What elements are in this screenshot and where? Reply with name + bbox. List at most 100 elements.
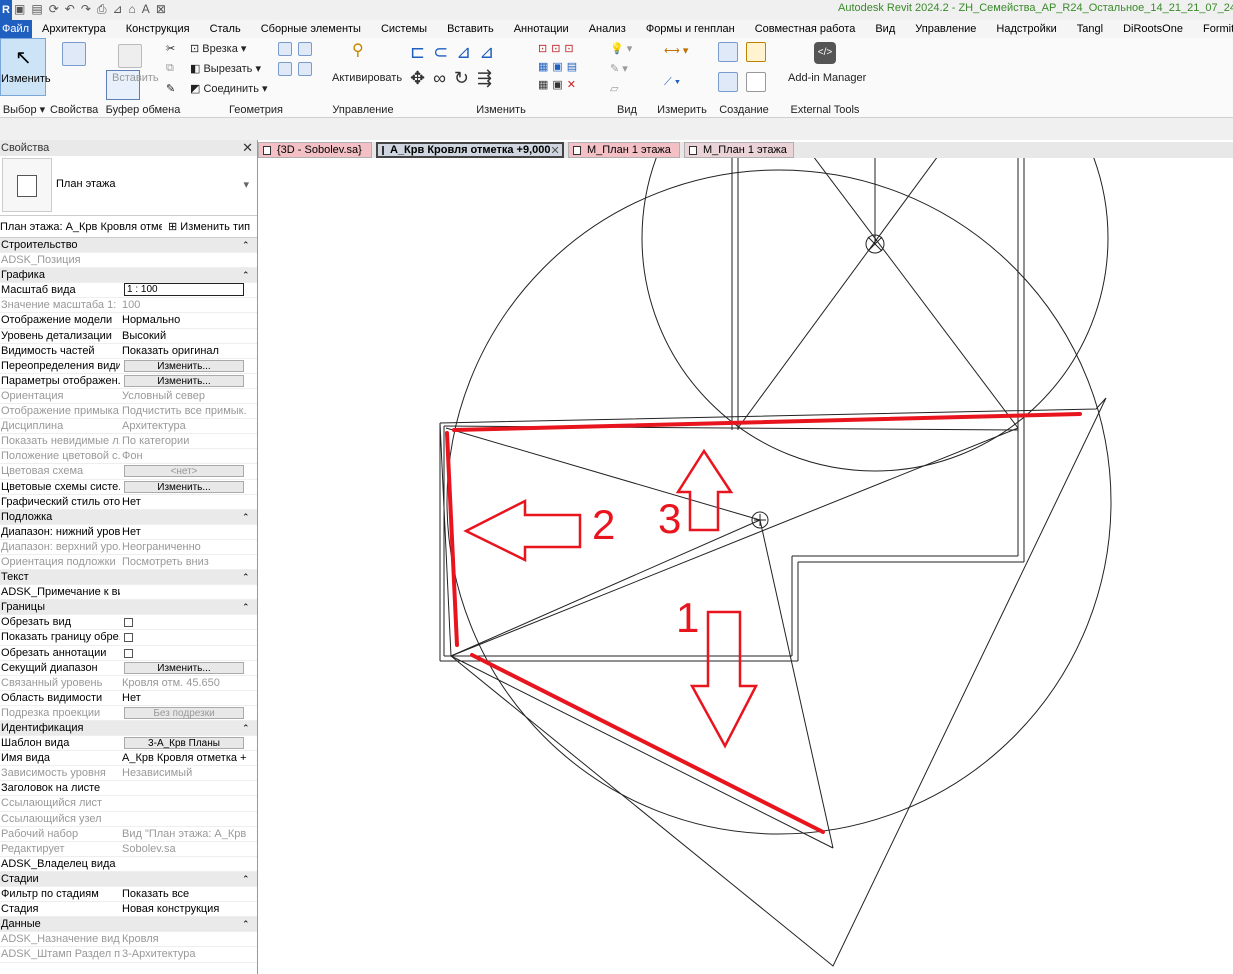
collapse-icon[interactable]: ⌃ bbox=[240, 872, 250, 886]
chevron-down-icon[interactable]: ▾ bbox=[243, 178, 249, 191]
collapse-icon[interactable]: ⌃ bbox=[240, 238, 250, 252]
ribbon-tab[interactable]: Конструкция bbox=[126, 20, 190, 38]
drawing-canvas[interactable]: 1 2 3 bbox=[258, 158, 1233, 974]
instance-selector[interactable]: План этажа: А_Крв Кровля отмет ▾ bbox=[0, 219, 162, 235]
type-selector[interactable]: План этажа ▾ bbox=[0, 156, 257, 216]
ribbon-tab[interactable]: Вид bbox=[875, 20, 895, 38]
property-value[interactable]: Нормально bbox=[120, 313, 246, 327]
property-category[interactable]: Идентификация ⌃ bbox=[0, 721, 257, 737]
property-value[interactable]: Показать оригинал bbox=[120, 344, 246, 358]
align-offset-mirror-icons[interactable]: ⊏⊂⊿⊿ bbox=[410, 42, 502, 63]
ribbon-tab[interactable]: Аннотации bbox=[514, 20, 569, 38]
addin-manager-button[interactable]: Add-in Manager bbox=[788, 72, 866, 84]
property-category[interactable]: Строительство ⌃ bbox=[0, 238, 257, 254]
measure-icon[interactable]: ⊿ bbox=[112, 2, 122, 17]
open-icon[interactable]: ▣ bbox=[14, 2, 25, 17]
close-hidden-icon[interactable]: ⊠ bbox=[156, 2, 166, 17]
ribbon-tab[interactable]: Сборные элементы bbox=[261, 20, 361, 38]
linework-icon[interactable]: ▱ bbox=[610, 82, 618, 95]
print-icon[interactable]: ⎙ bbox=[97, 2, 107, 17]
property-value[interactable]: Нет bbox=[120, 691, 246, 705]
ribbon-tab[interactable]: Сталь bbox=[210, 20, 241, 38]
paint-icon[interactable] bbox=[278, 62, 292, 76]
activate-button[interactable]: Активировать bbox=[332, 72, 402, 84]
collapse-icon[interactable]: ⌃ bbox=[240, 268, 250, 282]
ribbon-tab[interactable]: Formit Exporter bbox=[1203, 20, 1233, 38]
revit-logo[interactable]: R bbox=[0, 0, 12, 20]
property-edit-button[interactable]: Изменить... bbox=[124, 661, 244, 674]
hide-icon[interactable]: 💡 ▾ bbox=[610, 42, 632, 55]
redo-icon[interactable]: ↷ bbox=[81, 2, 91, 17]
property-category[interactable]: Стадии ⌃ bbox=[0, 871, 257, 888]
cut-icon[interactable]: ✂ bbox=[166, 42, 175, 55]
save-icon[interactable]: ▤ bbox=[31, 2, 42, 17]
property-edit-button[interactable]: Изменить... bbox=[124, 374, 244, 387]
close-icon[interactable]: ✕ bbox=[242, 140, 253, 156]
create-group-icon[interactable] bbox=[718, 72, 738, 92]
property-edit-button[interactable]: Изменить... bbox=[124, 480, 244, 493]
dimension-icon[interactable]: ⟋ ▾ bbox=[664, 76, 680, 89]
select-dropdown[interactable]: Выбор ▾ bbox=[0, 103, 48, 116]
property-category[interactable]: Графика ⌃ bbox=[0, 268, 257, 284]
property-category[interactable]: Границы ⌃ bbox=[0, 600, 257, 616]
collapse-icon[interactable]: ⌃ bbox=[240, 570, 250, 584]
sync-icon[interactable]: ⟳ bbox=[49, 2, 59, 17]
match-icon[interactable]: ✎ bbox=[166, 82, 175, 95]
ribbon-tab[interactable]: Анализ bbox=[589, 20, 626, 38]
pin-delete-icons[interactable]: ▦▣✕ bbox=[538, 78, 580, 91]
demolish-icon[interactable] bbox=[298, 62, 312, 76]
collapse-icon[interactable]: ⌃ bbox=[240, 917, 250, 931]
cut-geometry-button[interactable]: ◧ Вырезать ▾ bbox=[190, 62, 261, 75]
wall-joins-icon[interactable] bbox=[278, 42, 292, 56]
tab-3d-view[interactable]: {3D - Sobolev.sa} bbox=[258, 142, 372, 158]
close-tab-icon[interactable]: ✕ bbox=[551, 144, 560, 157]
activate-icon[interactable]: ⚲ bbox=[352, 40, 364, 60]
split-face-icon[interactable] bbox=[298, 42, 312, 56]
scale-input[interactable]: 1 : 100 bbox=[124, 283, 244, 297]
property-checkbox[interactable] bbox=[124, 648, 133, 658]
ribbon-tab[interactable]: Системы bbox=[381, 20, 427, 38]
tab-floor-plan-2[interactable]: М_План 1 этажа bbox=[684, 142, 794, 158]
array-scale-icons[interactable]: ▦▣▤ bbox=[538, 60, 581, 73]
property-category[interactable]: Данные ⌃ bbox=[0, 917, 257, 933]
ribbon-tab[interactable]: Управление bbox=[915, 20, 976, 38]
ribbon-tab[interactable]: Архитектура bbox=[42, 20, 106, 38]
property-value[interactable] bbox=[120, 585, 246, 599]
property-value[interactable]: Высокий bbox=[120, 329, 246, 343]
ribbon-tab[interactable]: Совместная работа bbox=[755, 20, 856, 38]
ribbon-tab[interactable]: Tangl bbox=[1077, 20, 1103, 38]
collapse-icon[interactable]: ⌃ bbox=[240, 600, 250, 614]
roof-plan-drawing[interactable]: 1 2 3 bbox=[258, 158, 1233, 974]
property-checkbox[interactable] bbox=[124, 618, 133, 628]
type-properties-icon[interactable] bbox=[62, 42, 86, 66]
paste-button[interactable]: Вставить bbox=[112, 72, 159, 84]
collapse-icon[interactable]: ⌃ bbox=[240, 510, 250, 524]
edit-type-button[interactable]: ⊞ Изменить тип bbox=[168, 216, 250, 238]
join-button[interactable]: ◩ Соединить ▾ bbox=[190, 82, 268, 95]
property-edit-button[interactable]: 3-А_Крв Планы bbox=[124, 737, 244, 750]
copy-icon[interactable]: ⧉ bbox=[166, 62, 174, 75]
ribbon-tab[interactable]: DiRootsOne bbox=[1123, 20, 1183, 38]
tab-floor-plan-1[interactable]: М_План 1 этажа bbox=[568, 142, 680, 158]
move-copy-rotate-icons[interactable]: ✥∞↻⇶ bbox=[410, 68, 500, 89]
create-parts-icon[interactable] bbox=[746, 42, 766, 62]
create-assembly-icon[interactable] bbox=[718, 42, 738, 62]
property-edit-button[interactable]: Изменить... bbox=[124, 359, 244, 372]
create-similar-icon[interactable] bbox=[746, 72, 766, 92]
text-icon[interactable]: A bbox=[142, 2, 150, 17]
property-checkbox[interactable] bbox=[124, 633, 133, 643]
cope-button[interactable]: ⊡ Врезка ▾ bbox=[190, 42, 246, 55]
addin-manager-icon[interactable]: </> bbox=[814, 42, 836, 64]
home-icon[interactable]: ⌂ bbox=[129, 2, 136, 17]
paste-icon[interactable] bbox=[118, 44, 142, 68]
override-icon[interactable]: ✎ ▾ bbox=[610, 62, 628, 75]
modify-button[interactable]: ↖ Изменить bbox=[0, 38, 51, 96]
tab-file[interactable]: Файл bbox=[0, 20, 32, 38]
property-value[interactable] bbox=[120, 781, 246, 795]
ribbon-tab[interactable]: Надстройки bbox=[996, 20, 1056, 38]
property-value[interactable]: Нет bbox=[120, 495, 246, 509]
property-category[interactable]: Подложка ⌃ bbox=[0, 509, 257, 525]
undo-icon[interactable]: ↶ bbox=[65, 2, 75, 17]
split-icons[interactable]: ⊡⊡⊡ bbox=[538, 42, 578, 55]
collapse-icon[interactable]: ⌃ bbox=[240, 721, 250, 735]
